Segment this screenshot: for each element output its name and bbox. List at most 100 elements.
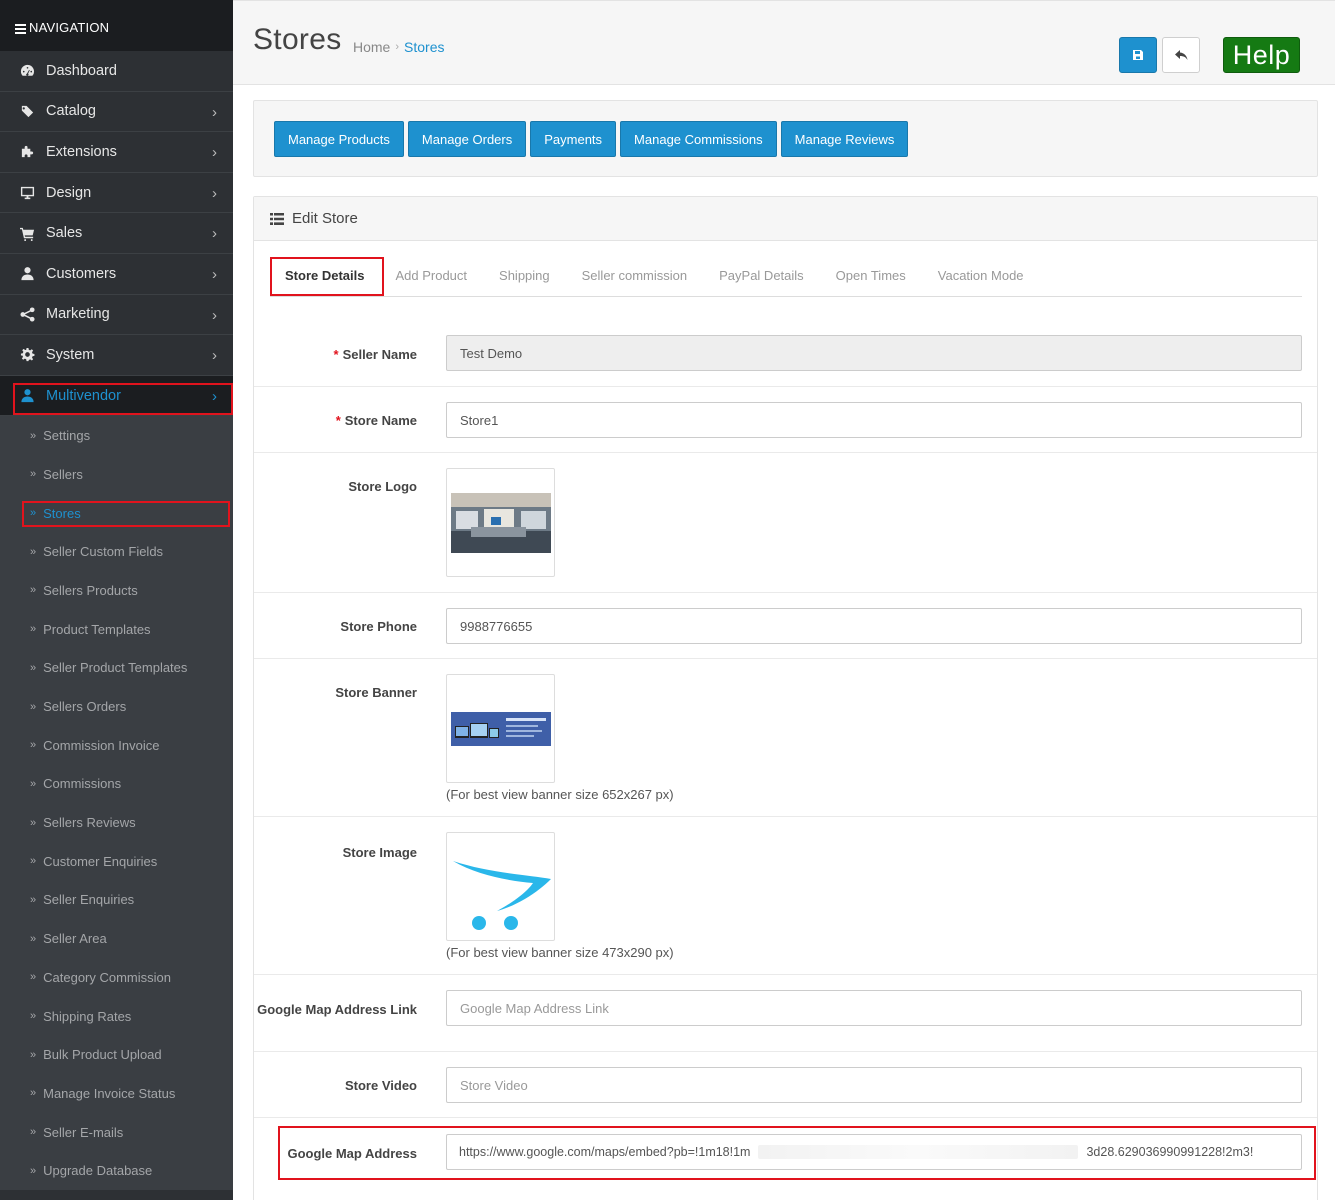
map-address-input[interactable]: https://www.google.com/maps/embed?pb=!1m… (446, 1134, 1302, 1170)
double-chevron-icon: » (30, 739, 36, 752)
sidebar-item-label: Catalog (46, 103, 96, 120)
double-chevron-icon: » (30, 623, 36, 636)
chevron-right-icon: › (212, 347, 217, 365)
store-image-label: Store Image (342, 845, 417, 860)
multivendor-submenu: » Settings » Sellers » Stores » Seller Custo… (0, 416, 233, 1191)
submenu-item-seller-enquiries[interactable]: » Seller Enquiries (0, 881, 233, 920)
tab-add-product[interactable]: Add Product (379, 268, 483, 283)
monitor-icon (17, 185, 37, 200)
double-chevron-icon: » (30, 777, 36, 790)
submenu-item-customer-enquiries[interactable]: » Customer Enquiries (0, 842, 233, 881)
submenu-item-settings[interactable]: » Settings (0, 416, 233, 455)
user-icon (17, 266, 37, 281)
navigation-header[interactable]: NAVIGATION (0, 0, 233, 51)
double-chevron-icon: » (30, 971, 36, 984)
map-link-input[interactable] (446, 990, 1302, 1026)
map-link-label: Google Map Address Link (257, 1002, 417, 1017)
map-address-label: Google Map Address (287, 1146, 417, 1161)
seller-name-input[interactable] (446, 335, 1302, 371)
gear-icon (17, 347, 37, 362)
action-buttons-row: Manage Products Manage Orders Payments M… (274, 121, 912, 157)
double-chevron-icon: » (30, 468, 36, 481)
submenu-item-category-commission[interactable]: » Category Commission (0, 958, 233, 997)
double-chevron-icon: » (30, 1048, 36, 1061)
tags-icon (17, 104, 37, 119)
submenu-item-commissions[interactable]: » Commissions (0, 765, 233, 804)
manage-reviews-button[interactable]: Manage Reviews (780, 121, 909, 157)
double-chevron-icon: » (30, 1126, 36, 1139)
submenu-item-seller-emails[interactable]: » Seller E-mails (0, 1113, 233, 1152)
submenu-item-commission-invoice[interactable]: » Commission Invoice (0, 726, 233, 765)
chevron-right-icon: › (212, 225, 217, 243)
map-link-row: Google Map Address Link (254, 975, 1317, 1052)
submenu-item-product-templates[interactable]: » Product Templates (0, 610, 233, 649)
chevron-right-icon: › (212, 144, 217, 162)
store-phone-row: Store Phone (254, 593, 1317, 659)
manage-products-button[interactable]: Manage Products (274, 121, 404, 157)
double-chevron-icon: » (30, 932, 36, 945)
sidebar-item-customers[interactable]: Customers › (0, 254, 233, 295)
tab-open-times[interactable]: Open Times (820, 268, 922, 283)
double-chevron-icon: » (30, 507, 36, 520)
tab-vacation-mode[interactable]: Vacation Mode (922, 268, 1040, 283)
payments-button[interactable]: Payments (530, 121, 617, 157)
store-banner-label: Store Banner (335, 685, 417, 700)
store-logo-image (450, 492, 551, 553)
tab-seller-commission[interactable]: Seller commission (566, 268, 703, 283)
store-image-row: Store Image (For best view banner size 4… (254, 817, 1317, 975)
submenu-item-sellers-products[interactable]: » Sellers Products (0, 571, 233, 610)
store-name-input[interactable] (446, 402, 1302, 438)
store-image-thumbnail[interactable] (446, 832, 555, 941)
sidebar-item-design[interactable]: Design › (0, 173, 233, 214)
tab-paypal-details[interactable]: PayPal Details (703, 268, 820, 283)
help-button[interactable]: Help (1223, 37, 1300, 73)
submenu-item-sellers-orders[interactable]: » Sellers Orders (0, 687, 233, 726)
submenu-item-shipping-rates[interactable]: » Shipping Rates (0, 997, 233, 1036)
breadcrumb-home[interactable]: Home (353, 39, 390, 55)
manage-commissions-button[interactable]: Manage Commissions (620, 121, 777, 157)
double-chevron-icon: » (30, 584, 36, 597)
breadcrumb: Home › Stores (353, 39, 445, 55)
submenu-item-sellers[interactable]: » Sellers (0, 455, 233, 494)
store-logo-row: Store Logo (254, 453, 1317, 593)
sidebar-item-catalog[interactable]: Catalog › (0, 92, 233, 133)
share-icon (17, 307, 37, 322)
store-phone-input[interactable] (446, 608, 1302, 644)
sidebar-item-dashboard[interactable]: Dashboard (0, 51, 233, 92)
store-video-row: Store Video (254, 1052, 1317, 1118)
edit-store-heading: Edit Store (254, 197, 1317, 241)
submenu-item-upgrade-database[interactable]: » Upgrade Database (0, 1151, 233, 1190)
breadcrumb-separator-icon: › (395, 41, 400, 53)
manage-orders-button[interactable]: Manage Orders (407, 121, 527, 157)
sidebar-item-sales[interactable]: Sales › (0, 213, 233, 254)
tab-store-details[interactable]: Store Details (270, 268, 379, 283)
submenu-item-manage-invoice-status[interactable]: » Manage Invoice Status (0, 1074, 233, 1113)
store-logo-label: Store Logo (348, 479, 417, 494)
sidebar-item-marketing[interactable]: Marketing › (0, 295, 233, 336)
double-chevron-icon: » (30, 661, 36, 674)
double-chevron-icon: » (30, 700, 36, 713)
menu-bars-icon (15, 22, 26, 36)
sidebar-item-extensions[interactable]: Extensions › (0, 132, 233, 173)
store-video-input[interactable] (446, 1067, 1302, 1103)
submenu-item-seller-custom-fields[interactable]: » Seller Custom Fields (0, 532, 233, 571)
sidebar-item-system[interactable]: System › (0, 335, 233, 376)
back-button[interactable] (1162, 37, 1200, 73)
store-banner-row: Store Banner (For best view banner size … (254, 659, 1317, 817)
submenu-item-seller-product-templates[interactable]: » Seller Product Templates (0, 648, 233, 687)
submenu-item-seller-area[interactable]: » Seller Area (0, 919, 233, 958)
chevron-right-icon: › (212, 306, 217, 324)
submenu-item-stores[interactable]: » Stores (0, 494, 233, 533)
store-banner-thumbnail[interactable] (446, 674, 555, 783)
sidebar-item-multivendor[interactable]: Multivendor › (0, 375, 233, 417)
double-chevron-icon: » (30, 1010, 36, 1022)
breadcrumb-current[interactable]: Stores (404, 39, 444, 55)
sidebar-item-label: Sales (46, 225, 83, 242)
cart-icon (17, 226, 37, 241)
submenu-item-sellers-reviews[interactable]: » Sellers Reviews (0, 803, 233, 842)
store-video-label: Store Video (344, 1078, 417, 1093)
store-logo-thumbnail[interactable] (446, 468, 555, 577)
save-button[interactable] (1119, 37, 1157, 73)
tab-shipping[interactable]: Shipping (483, 268, 566, 283)
submenu-item-bulk-product-upload[interactable]: » Bulk Product Upload (0, 1035, 233, 1074)
